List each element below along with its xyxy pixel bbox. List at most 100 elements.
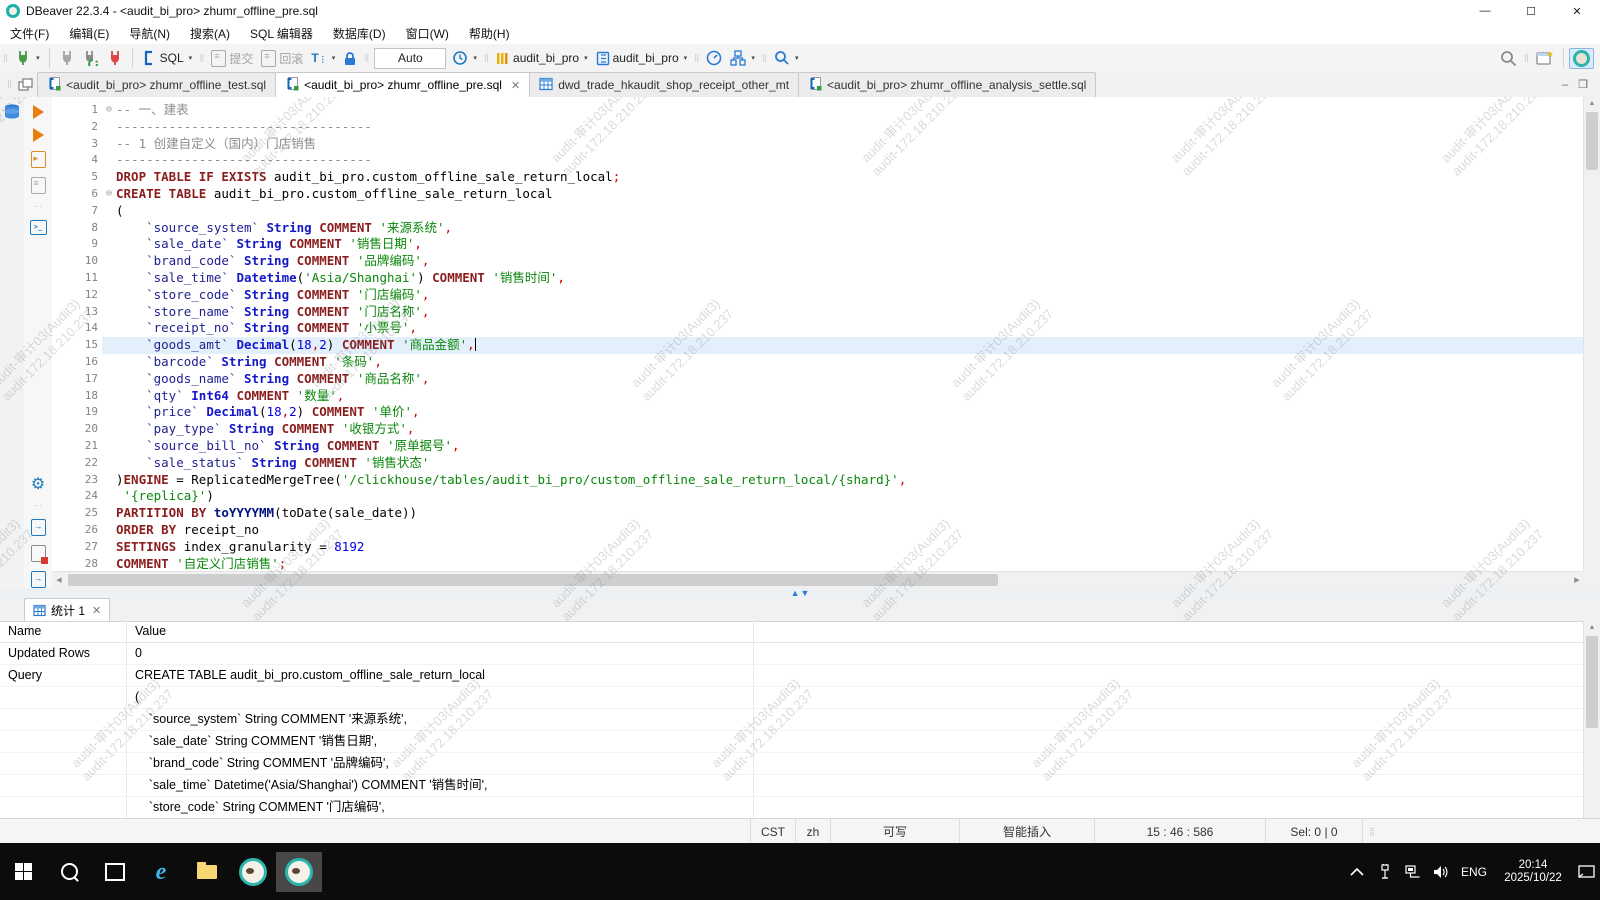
editor-horizontal-scrollbar[interactable]: ◀ ▶ [52,571,1584,588]
fold-marker-icon[interactable] [102,253,116,270]
code-line[interactable]: 7( [52,203,1584,220]
code-line[interactable]: 8 `source_system` String COMMENT '来源系统', [52,220,1584,237]
editor-tab[interactable]: <audit_bi_pro> zhumr_offline_analysis_se… [798,72,1097,97]
transaction-mode-button[interactable]: T⋮ ▾ [307,49,339,67]
fold-marker-icon[interactable] [102,320,116,337]
table-row[interactable]: ( [0,687,1584,709]
code-line[interactable]: 6 ⊖ CREATE TABLE audit_bi_pro.custom_offli… [52,186,1584,203]
export-result-icon[interactable] [30,519,46,536]
fold-marker-icon[interactable]: ⊖ [102,186,116,203]
code-line[interactable]: 28 COMMENT '自定义门店销售'; [52,556,1584,572]
fold-marker-icon[interactable] [102,388,116,405]
code-line[interactable]: 3 -- 1 创建自定义（国内）门店销售 [52,136,1584,153]
maximize-button[interactable]: ☐ [1508,0,1554,22]
code-line[interactable]: 17 `goods_name` String COMMENT '商品名称', [52,371,1584,388]
fold-marker-icon[interactable] [102,438,116,455]
menu-item[interactable]: 窗口(W) [396,22,459,44]
fold-marker-icon[interactable] [102,270,116,287]
settings-gear-icon[interactable]: ⚙ [31,477,45,493]
code-line[interactable]: 20 `pay_type` String COMMENT '收银方式', [52,421,1584,438]
code-line[interactable]: 10 `brand_code` String COMMENT '品牌编码', [52,253,1584,270]
fold-marker-icon[interactable] [102,169,116,186]
code-line[interactable]: 26 ORDER BY receipt_no [52,522,1584,539]
taskbar-clock[interactable]: 20:14 2025/10/22 [1494,859,1572,885]
code-line[interactable]: 25 PARTITION BY toYYYYMM(toDate(sale_date… [52,505,1584,522]
dbeaver-taskbar-button-active[interactable] [276,851,322,892]
menu-item[interactable]: 文件(F) [0,22,59,44]
code-line[interactable]: 19 `price` Decimal(18,2) COMMENT '单价', [52,404,1584,421]
code-line[interactable]: 1 ⊖ -- 一、建表 [52,102,1584,119]
table-row[interactable]: Updated Rows 0 [0,643,1584,665]
fold-marker-icon[interactable] [102,539,116,556]
language-indicator[interactable]: ENG [1456,865,1492,879]
fold-marker-icon[interactable] [102,488,116,505]
commit-button[interactable]: 提交 [207,48,257,69]
editor-tab[interactable]: <audit_bi_pro> zhumr_offline_test.sql [37,72,277,97]
reconnect-button[interactable] [79,48,103,68]
table-row[interactable]: `sale_time` Datetime('Asia/Shanghai') CO… [0,775,1584,797]
sql-code-editor[interactable]: 1 ⊖ -- 一、建表 2 ------------------------------… [52,97,1584,572]
network-tray-button[interactable] [1400,852,1426,892]
code-line[interactable]: 5 DROP TABLE IF EXISTS audit_bi_pro.custo… [52,169,1584,186]
table-row[interactable]: Query CREATE TABLE audit_bi_pro.custom_of… [0,665,1584,687]
dbeaver-taskbar-button[interactable] [230,852,276,892]
execute-statement-icon[interactable] [32,105,44,119]
close-tab-icon[interactable]: ✕ [511,79,520,92]
code-line[interactable]: 13 `store_name` String COMMENT '门店名称', [52,304,1584,321]
rollback-button[interactable]: 回滚 [257,48,307,69]
code-line[interactable]: 24 '{replica}') [52,488,1584,505]
code-line[interactable]: 23)ENGINE = ReplicatedMergeTree('/clickh… [52,472,1584,489]
fold-marker-icon[interactable] [102,556,116,572]
save-output-icon[interactable] [30,571,46,588]
code-line[interactable]: 16 `barcode` String COMMENT '条码', [52,354,1584,371]
fold-marker-icon[interactable] [102,371,116,388]
menu-item[interactable]: SQL 编辑器 [240,22,323,44]
menu-item[interactable]: 导航(N) [119,22,180,44]
commit-mode-combo[interactable]: Auto [374,47,447,69]
menu-item[interactable]: 搜索(A) [180,22,240,44]
sql-editor-button[interactable]: SQL ▾ [138,48,197,68]
code-line[interactable]: 11 `sale_time` Datetime('Asia/Shanghai')… [52,270,1584,287]
search-button[interactable]: ▾ [770,48,803,68]
action-center-button[interactable] [1574,852,1600,892]
new-connection-button[interactable]: ▾ [11,48,44,68]
editor-tab[interactable]: dwd_trade_hkaudit_shop_receipt_other_mt [529,72,800,97]
open-perspective-button[interactable] [1532,48,1558,68]
close-tab-icon[interactable]: ✕ [92,604,101,617]
code-line[interactable]: 22 `sale_status` String COMMENT '销售状态' [52,455,1584,472]
code-line[interactable]: 9 `sale_date` String COMMENT '销售日期', [52,236,1584,253]
internet-explorer-button[interactable]: e [138,852,184,892]
fold-marker-icon[interactable] [102,522,116,539]
fold-marker-icon[interactable]: ⊖ [102,102,116,119]
transaction-log-button[interactable]: ▾ [448,48,481,68]
collapse-down-icon[interactable]: ▼ [801,588,810,598]
close-button[interactable]: ✕ [1554,0,1600,22]
code-line[interactable]: 21 `source_bill_no` String COMMENT '原单据号… [52,438,1584,455]
statistics-tab[interactable]: 统计 1 ✕ [24,598,111,621]
taskbar-search-button[interactable] [46,852,92,892]
explain-plan-icon[interactable] [30,177,46,194]
panel-splitter[interactable]: ▲ ▼ [0,588,1600,598]
fold-marker-icon[interactable] [102,354,116,371]
fold-marker-icon[interactable] [102,505,116,522]
volume-tray-button[interactable] [1428,852,1454,892]
fold-marker-icon[interactable] [102,236,116,253]
fold-marker-icon[interactable] [102,421,116,438]
fold-marker-icon[interactable] [102,472,116,489]
dashboard-button[interactable] [702,48,726,68]
fold-marker-icon[interactable] [102,287,116,304]
error-log-icon[interactable] [30,545,48,564]
menu-item[interactable]: 帮助(H) [459,22,520,44]
quick-search-button[interactable] [1496,48,1521,69]
fold-marker-icon[interactable] [102,220,116,237]
fold-marker-icon[interactable] [102,455,116,472]
table-row[interactable]: `brand_code` String COMMENT '品牌编码', [0,753,1584,775]
restore-panes-icon[interactable] [18,77,33,92]
tray-expand-button[interactable] [1344,852,1370,892]
fold-marker-icon[interactable] [102,203,116,220]
code-line[interactable]: 12 `store_code` String COMMENT '门店编码', [52,287,1584,304]
maximize-panel-button[interactable]: ❒ [1578,78,1588,91]
code-line[interactable]: 15 `goods_amt` Decimal(18,2) COMMENT '商品… [52,337,1584,354]
lock-button[interactable] [339,49,361,68]
sql-console-icon[interactable]: >_ [29,220,47,235]
